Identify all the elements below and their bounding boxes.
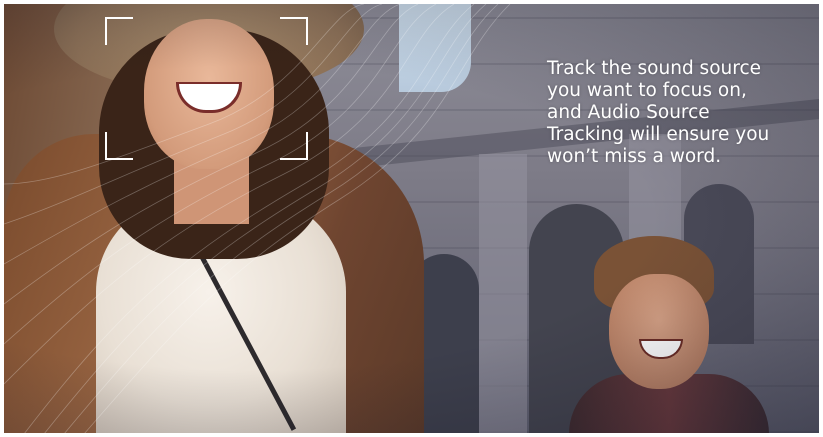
photo: Track the sound source you want to focus… [4,4,819,433]
caption-line: you want to focus on, [547,80,747,101]
caption-line: won’t miss a word. [547,146,722,167]
focus-corner-top-right [280,17,308,45]
caption-line: Tracking will ensure you [547,124,770,145]
feature-caption: Track the sound source you want to focus… [547,58,807,168]
focus-corner-top-left [105,17,133,45]
focus-corner-bottom-left [105,132,133,160]
focus-frame [105,17,308,160]
caption-line: Track the sound source [547,58,761,79]
focus-corner-bottom-right [280,132,308,160]
caption-line: and Audio Source [547,102,710,123]
